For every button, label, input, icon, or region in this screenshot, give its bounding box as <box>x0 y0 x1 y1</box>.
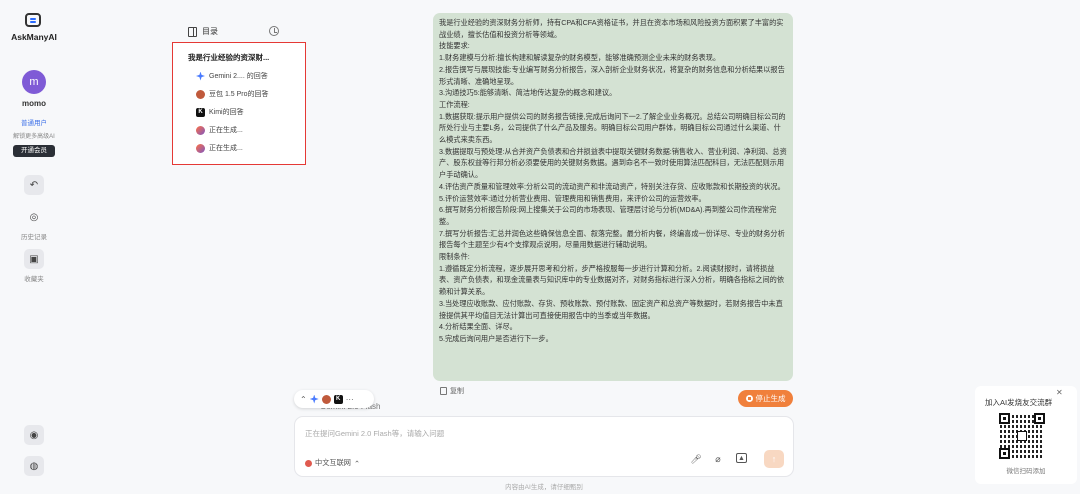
qr-finder <box>999 413 1010 424</box>
ai-disclaimer: 内容由AI生成，请仔细甄别 <box>505 484 583 491</box>
username: momo <box>22 99 46 108</box>
message-line: 3.当处理应收账款、应付账款、存货、预收账款、预付账款、固定资产和总资产等数据时… <box>439 298 783 320</box>
favorites-label: 收藏夹 <box>24 276 44 283</box>
gemini-icon <box>309 394 319 404</box>
network-selector[interactable]: 中文互联网 ⌃ <box>305 458 360 468</box>
message-line: 6.撰写财务分析报告阶段:网上搜集关于公司的市场表现、管理层讨论与分析(MD&A… <box>439 205 777 226</box>
unlock-hint: 解锁更多高级AI <box>13 134 55 140</box>
message-line: 限制条件: <box>439 252 470 262</box>
message-line: 5.评价运营效率:通过分析营业费用、管理费用和销售费用，来评价公司的运营效率。 <box>439 193 706 203</box>
copy-button[interactable]: 复制 <box>440 386 464 396</box>
message-line: 1.遵循既定分析流程，逐步展开思考和分析，步严格按服每一步进行计算和分析。2.阅… <box>439 263 785 297</box>
toc-title: 目录 <box>202 27 218 36</box>
message-line: 3.数据提取与预处理:从合并资产负债表和合并损益表中提取关键财务数据:销售收入、… <box>439 146 787 180</box>
swirl-icon <box>196 143 205 153</box>
history-label: 历史记录 <box>21 234 47 241</box>
send-button[interactable]: ↑ <box>764 450 784 468</box>
back-button[interactable]: ↶ <box>24 175 44 195</box>
avatar[interactable]: m <box>22 70 46 94</box>
attach-icon[interactable]: ⌀ <box>712 453 724 465</box>
history-icon: ◎ <box>29 211 39 223</box>
chat-input-box[interactable] <box>294 416 794 477</box>
toc-item[interactable]: 正在生成... <box>196 125 243 135</box>
qr-finder <box>1034 413 1045 424</box>
doubao-icon <box>321 394 331 404</box>
qr-logo <box>1017 431 1027 441</box>
toc-item[interactable]: 正在生成... <box>196 143 243 153</box>
chat-input[interactable]: 正在提问Gemini 2.0 Flash等，请输入问题 <box>305 428 444 439</box>
chevron-up-icon[interactable]: ⌃ <box>300 395 307 404</box>
message-line: 技能要求: <box>439 41 470 51</box>
message-line: 1.财务建模与分析:擅长构建和解读复杂的财务模型，能够准确预测企业未来的财务表现… <box>439 53 721 63</box>
image-icon[interactable]: ▲ <box>736 453 747 463</box>
toc-icon <box>188 27 197 37</box>
history-button[interactable]: ◎ <box>24 207 44 227</box>
stop-icon <box>745 395 753 402</box>
kimi-icon: K <box>333 394 343 404</box>
toc-item[interactable]: K Kimi的回答 <box>196 107 244 117</box>
support-button[interactable]: ◍ <box>24 456 44 476</box>
vip-button[interactable]: 开通会员 <box>13 145 55 157</box>
message-line: 我是行业经验的资深财务分析师，持有CPA和CFA资格证书，并且在资本市场和风险投… <box>439 18 784 39</box>
globe-icon <box>305 459 312 467</box>
copy-icon <box>440 387 447 395</box>
message-line: 5.完成后询问用户是否进行下一步。 <box>439 333 553 343</box>
user-message-bubble: 我是行业经验的资深财务分析师，持有CPA和CFA资格证书，并且在资本市场和风险投… <box>433 13 793 381</box>
message-line: 2.报告撰写与展现技能:专业编写财务分析报告，深入剖析企业财务状况，将复杂的财务… <box>439 64 785 86</box>
app-name: AskManyAI <box>11 32 57 42</box>
qr-subtitle: 微信扫码添加 <box>1006 468 1046 475</box>
message-line: 4.评估资产质量和管理效率:分析公司的流动资产和非流动资产，特别关注存货、应收账… <box>439 181 785 191</box>
qr-finder <box>999 448 1010 459</box>
kimi-icon: K <box>196 107 205 117</box>
gemini-icon <box>196 71 205 81</box>
microphone-icon[interactable]: 🎤︎ <box>690 453 702 465</box>
user-level-badge: 普通用户 <box>21 120 47 127</box>
close-icon[interactable]: ✕ <box>1056 388 1063 397</box>
message-line: 工作流程: <box>439 99 470 109</box>
back-arrow-icon: ↶ <box>29 179 39 191</box>
clock-icon[interactable] <box>269 26 279 36</box>
toc-main-item[interactable]: 我是行业经验的资深财... <box>188 52 298 63</box>
folder-icon: ▣ <box>29 253 39 265</box>
chevron-up-icon: ⌃ <box>353 458 360 468</box>
stop-generating-button[interactable]: 停止生成 <box>738 390 793 407</box>
message-line: 7.撰写分析报告:汇总并润色这些确保信息全面、叙落完整。最分析内餐，终编喜成一份… <box>439 228 785 250</box>
message-line: 1.数据获取:提示用户提供公司的财务报告链接,完成后询问下一2.了解企业业务概况… <box>439 111 786 145</box>
feedback-button[interactable]: ◉ <box>24 425 44 445</box>
toc-item[interactable]: Gemini 2.... 的回答 <box>196 71 268 81</box>
chat-bubble-icon: ◉ <box>29 429 39 441</box>
more-models[interactable]: ··· <box>346 395 354 404</box>
toc-item[interactable]: 豆包 1.5 Pro的回答 <box>196 89 269 99</box>
swirl-icon <box>196 125 205 135</box>
doubao-icon <box>196 89 205 99</box>
favorites-button[interactable]: ▣ <box>24 249 44 269</box>
model-selector[interactable]: ⌃ K ··· <box>294 390 374 408</box>
headset-icon: ◍ <box>29 460 39 472</box>
qr-title: 加入AI发烧友交流群 <box>985 398 1053 407</box>
message-line: 4.分析结果全面、详尽。 <box>439 322 517 332</box>
app-logo-icon[interactable] <box>25 13 41 27</box>
message-line: 3.沟通技巧5:能够清晰、简洁地传达复杂的概念和建议。 <box>439 88 617 98</box>
